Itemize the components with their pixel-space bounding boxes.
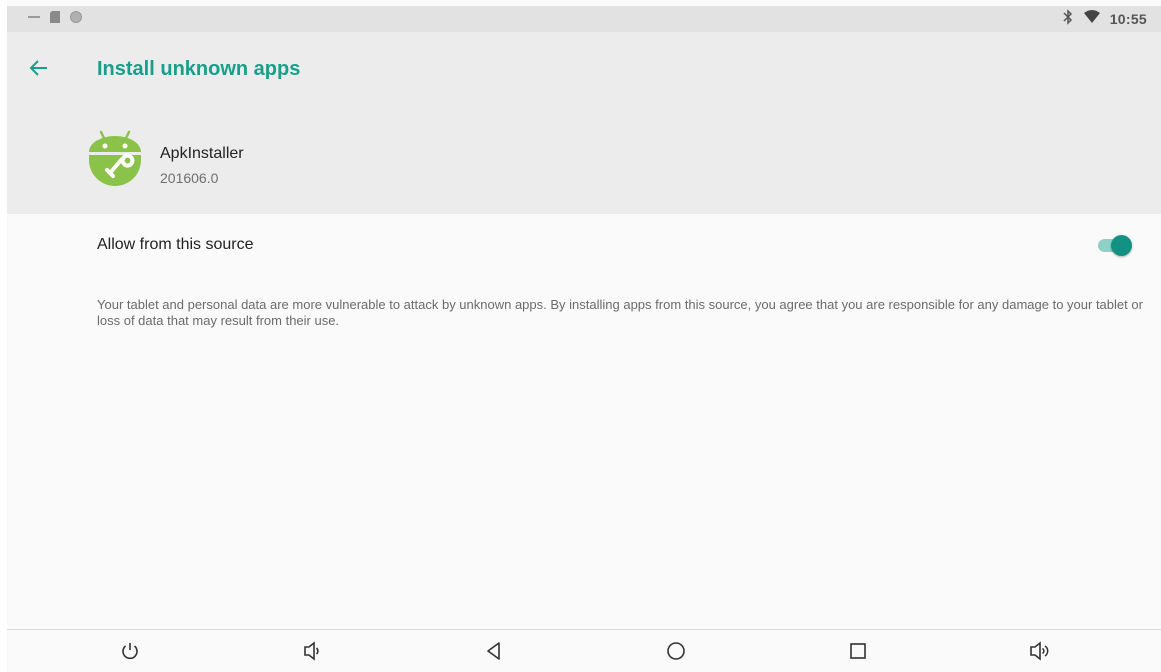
allow-source-toggle[interactable] bbox=[1098, 234, 1134, 256]
volume-down-icon bbox=[302, 640, 322, 666]
settings-screen: 10:55 Install unknown apps ApkInstaller … bbox=[7, 0, 1161, 672]
home-icon bbox=[666, 641, 686, 666]
sd-card-icon bbox=[49, 10, 61, 29]
recents-button[interactable] bbox=[846, 641, 870, 665]
back-nav-button[interactable] bbox=[482, 641, 506, 665]
status-time: 10:55 bbox=[1109, 11, 1147, 27]
power-button[interactable] bbox=[118, 641, 142, 665]
back-icon bbox=[484, 641, 504, 666]
android-app-icon bbox=[88, 130, 142, 186]
app-name: ApkInstaller bbox=[160, 145, 244, 162]
status-right-icons: 10:55 bbox=[1062, 6, 1147, 32]
volume-up-button[interactable] bbox=[1028, 640, 1052, 666]
home-button[interactable] bbox=[664, 641, 688, 665]
status-left-icons bbox=[27, 6, 83, 32]
allow-source-setting-row[interactable]: Allow from this source bbox=[7, 214, 1161, 276]
navigation-bar bbox=[7, 630, 1161, 672]
back-button[interactable] bbox=[25, 56, 53, 84]
app-version: 201606.0 bbox=[160, 170, 219, 186]
toggle-thumb bbox=[1111, 235, 1132, 256]
page-title: Install unknown apps bbox=[97, 58, 301, 80]
volume-down-button[interactable] bbox=[300, 640, 324, 666]
status-bar: 10:55 bbox=[7, 6, 1161, 32]
circle-notification-icon bbox=[69, 10, 83, 29]
power-icon bbox=[120, 641, 140, 666]
warning-text: Your tablet and personal data are more v… bbox=[97, 297, 1143, 328]
setting-label: Allow from this source bbox=[97, 236, 254, 253]
volume-up-icon bbox=[1029, 640, 1051, 666]
recents-icon bbox=[848, 641, 868, 666]
minus-icon bbox=[27, 10, 41, 29]
header: Install unknown apps ApkInstaller 201606… bbox=[7, 32, 1161, 214]
wifi-icon bbox=[1083, 9, 1101, 29]
arrow-back-icon bbox=[29, 58, 49, 83]
bluetooth-icon bbox=[1062, 8, 1074, 30]
